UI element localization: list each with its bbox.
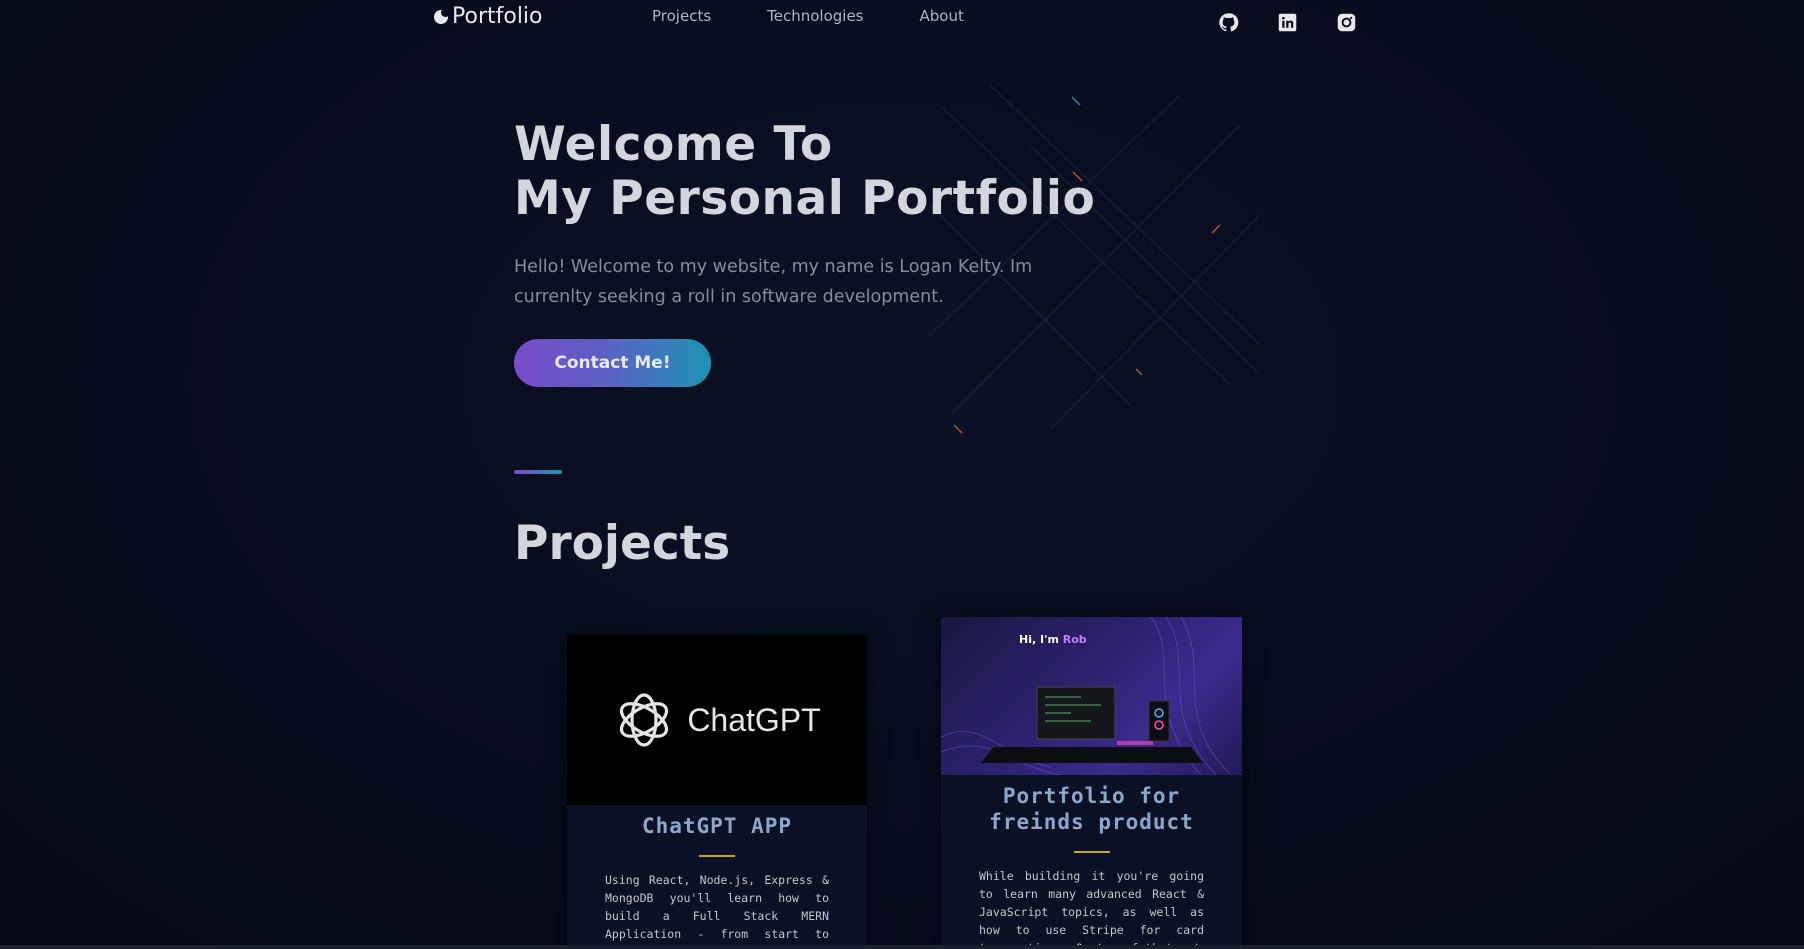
nav-link-projects[interactable]: Projects: [652, 7, 711, 25]
instagram-icon[interactable]: [1336, 12, 1357, 33]
nav-link-technologies[interactable]: Technologies: [767, 7, 863, 25]
linkedin-icon[interactable]: [1277, 12, 1298, 33]
nav-link-about[interactable]: About: [920, 7, 964, 25]
hero-subtitle: Hello! Welcome to my website, my name is…: [514, 257, 1033, 307]
github-icon[interactable]: [1218, 12, 1239, 33]
contact-me-button[interactable]: Contact Me!: [514, 339, 711, 387]
logo-icon: [434, 7, 450, 24]
window-bottom-edge: [0, 945, 1804, 949]
hero-title: Welcome To My Personal Portfolio: [514, 118, 1095, 226]
project-card-image: Hi, I'm Rob: [941, 617, 1242, 775]
portfolio-preview-illustration: [941, 617, 1232, 775]
card-divider: [1073, 851, 1110, 853]
project-card-portfolio[interactable]: Hi, I'm Rob Portfolio for freinds produc…: [941, 617, 1242, 949]
projects-section-title: Projects: [514, 516, 731, 571]
preview-greeting: Hi, I'm Rob: [1019, 633, 1087, 646]
project-card-chatgpt[interactable]: ChatGPT ChatGPT APP Using React, Node.js…: [567, 635, 867, 949]
chatgpt-wordmark: ChatGPT: [687, 701, 821, 738]
project-card-description: Using React, Node.js, Express & MongoDB …: [605, 873, 829, 949]
project-card-title: ChatGPT APP: [641, 814, 793, 838]
project-card-title: Portfolio for freinds product: [989, 784, 1194, 834]
nav-links: Projects Technologies About: [652, 7, 964, 25]
top-navbar: Portfolio Projects Technologies About: [0, 0, 1804, 40]
social-links: [1218, 12, 1357, 33]
section-divider: [514, 470, 562, 474]
openai-logo-icon: [620, 693, 669, 747]
logo-link[interactable]: Portfolio: [434, 4, 543, 29]
hero-title-line-2: My Personal Portfolio: [514, 171, 1096, 226]
project-card-image: ChatGPT: [567, 635, 867, 805]
hero-title-line-1: Welcome To: [514, 117, 833, 172]
card-divider: [699, 855, 735, 857]
project-card-description: While building it you're going to learn …: [979, 869, 1204, 949]
portfolio-page: Portfolio Projects Technologies About We…: [0, 0, 1804, 949]
logo-text: Portfolio: [452, 4, 543, 29]
